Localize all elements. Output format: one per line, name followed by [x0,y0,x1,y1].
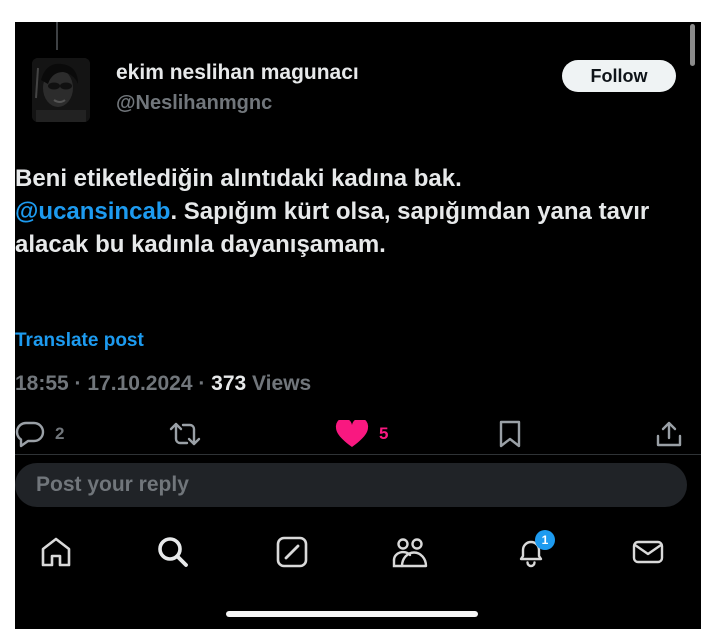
tab-search[interactable] [151,530,195,574]
reply-count: 2 [55,424,65,443]
tab-grok[interactable] [270,530,314,574]
phone-screen: ekim neslihan magunacı @Neslihanmgnc Fol… [15,22,701,629]
repost-icon [169,422,201,446]
share-icon [656,421,682,447]
post-time[interactable]: 18:55 [15,372,69,395]
meta-separator: · [68,372,88,395]
reply-placeholder: Post your reply [36,473,189,496]
post-meta: 18:55 · 17.10.2024 · 373 Views [15,372,311,396]
meta-separator: · [192,372,212,395]
scrollbar[interactable] [690,24,695,66]
post-date[interactable]: 17.10.2024 [87,372,192,395]
bookmark-button[interactable] [498,420,522,448]
translate-post-link[interactable]: Translate post [15,330,144,352]
tab-home[interactable] [34,530,78,574]
thread-line [56,22,58,50]
heart-icon [335,420,369,447]
mention-link[interactable]: @ucansincab [15,198,170,225]
home-indicator[interactable] [226,611,478,617]
bottom-tab-bar: 1 [15,530,701,574]
bookmark-icon [499,420,521,448]
author-name[interactable]: ekim neslihan magunacı [116,61,359,85]
avatar[interactable] [32,58,90,122]
tab-notifications[interactable]: 1 [509,530,555,574]
action-bar: 2 5 [15,420,701,450]
home-icon [41,537,71,567]
views-count: 373 [211,372,247,395]
tab-messages[interactable] [626,530,670,574]
follow-button[interactable]: Follow [562,60,676,92]
search-icon [158,537,188,567]
reply-input[interactable]: Post your reply [15,463,687,507]
share-button[interactable] [655,420,683,448]
like-count: 5 [379,424,389,443]
post-text: Beni etiketlediğin alıntıdaki kadına bak… [15,162,665,261]
reply-button[interactable]: 2 [15,420,64,448]
divider [15,454,701,455]
messages-icon [632,540,664,564]
reply-icon [15,421,45,448]
grok-icon [276,536,308,568]
views-label: Views [246,372,312,395]
author-handle[interactable]: @Neslihanmgnc [116,92,272,115]
repost-button[interactable] [169,420,211,448]
communities-icon [392,538,428,568]
like-button[interactable]: 5 [335,420,388,448]
tab-communities[interactable] [388,530,432,574]
post-text-part1: Beni etiketlediğin alıntıdaki kadına bak… [15,165,462,192]
notification-badge: 1 [535,530,555,550]
